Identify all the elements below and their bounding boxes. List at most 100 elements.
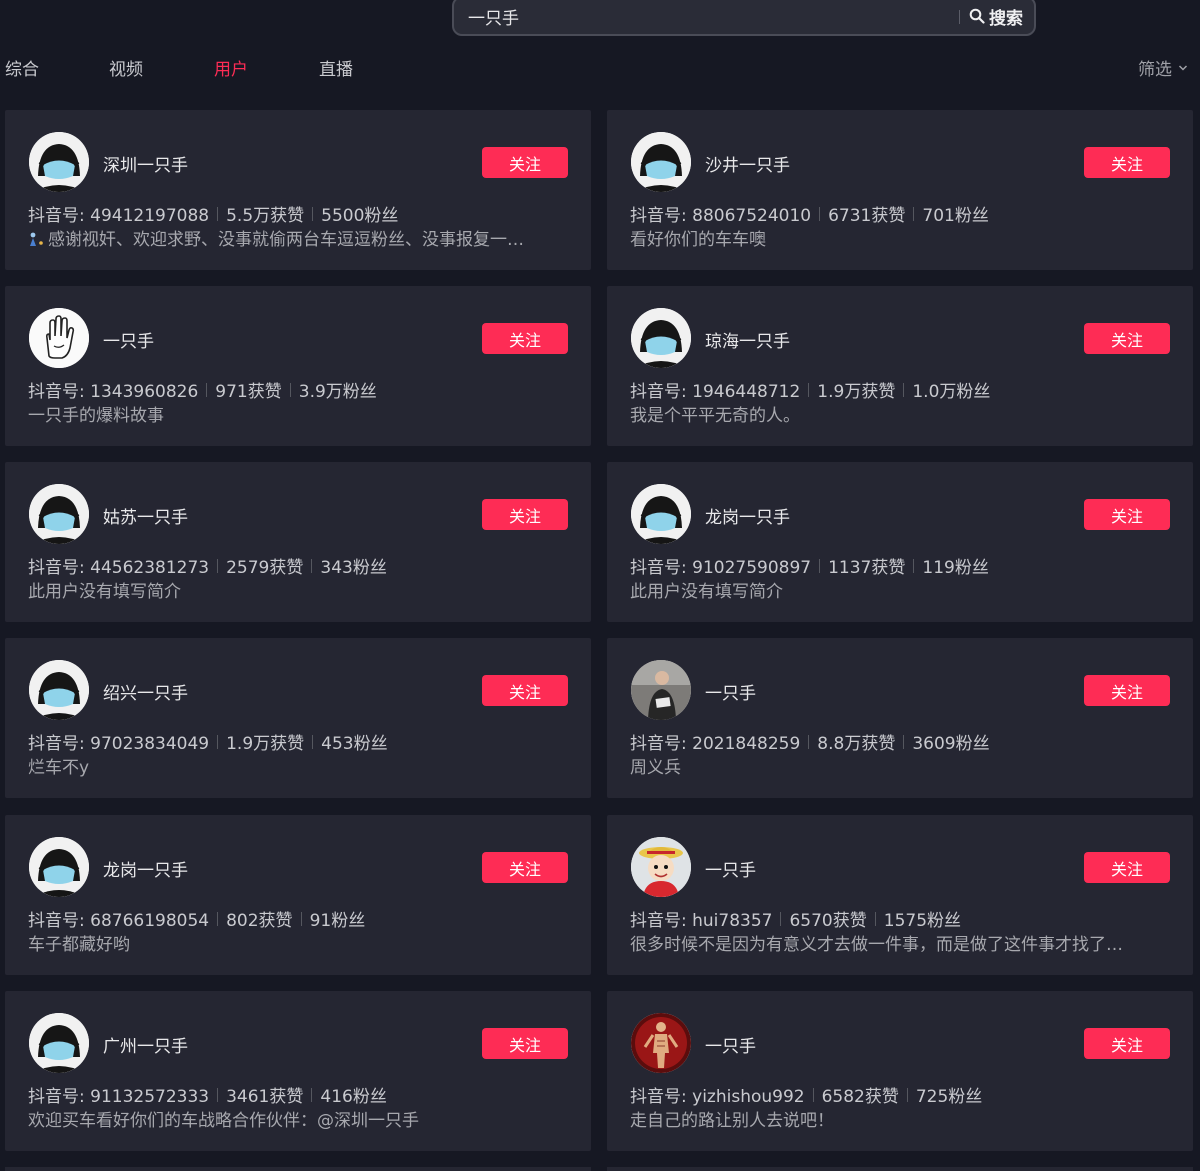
user-id: 抖音号: 1946448712 — [630, 382, 801, 402]
user-fans: 1575粉丝 — [883, 911, 962, 931]
person-photo-icon — [631, 660, 691, 720]
follow-button[interactable]: 关注 — [1084, 323, 1170, 354]
filter-label: 筛选 — [1138, 60, 1172, 80]
user-bio: 很多时候不是因为有意义才去做一件事，而是做了这件事才找了… — [630, 935, 1123, 955]
follow-button[interactable]: 关注 — [1084, 1028, 1170, 1059]
cartoon-character-icon — [631, 837, 691, 897]
mask-avatar-icon — [631, 308, 691, 368]
search-button[interactable]: 搜索 — [969, 0, 1033, 34]
user-avatar[interactable] — [29, 660, 89, 720]
figure-artwork-icon — [631, 1013, 691, 1073]
filter-dropdown[interactable]: 筛选 — [1138, 55, 1188, 80]
user-name[interactable]: 一只手 — [103, 327, 154, 352]
user-avatar[interactable] — [29, 837, 89, 897]
user-avatar[interactable] — [29, 132, 89, 192]
user-name[interactable]: 绍兴一只手 — [103, 679, 188, 704]
mask-avatar-icon — [29, 660, 89, 720]
follow-button[interactable]: 关注 — [482, 852, 568, 883]
user-likes: 8.8万获赞 — [817, 734, 896, 754]
tab-all[interactable]: 综合 — [5, 55, 39, 80]
user-fans: 725粉丝 — [915, 1087, 983, 1107]
follow-button[interactable]: 关注 — [482, 1028, 568, 1059]
follow-button[interactable]: 关注 — [482, 499, 568, 530]
user-avatar[interactable] — [29, 1013, 89, 1073]
user-card[interactable]: 一只手 关注 抖音号: 2021848259 8.8万获赞 3609粉丝 周义兵 — [607, 638, 1193, 798]
user-id: 抖音号: hui78357 — [630, 911, 773, 931]
result-tabs: 综合 视频 用户 直播 筛选 — [0, 55, 1200, 83]
user-avatar[interactable] — [631, 837, 691, 897]
user-card[interactable]: 龙岗一只手 关注 抖音号: 68766198054 802获赞 91粉丝 车子都… — [5, 815, 591, 975]
user-name[interactable]: 龙岗一只手 — [705, 503, 790, 528]
mask-avatar-icon — [631, 132, 691, 192]
user-avatar[interactable] — [29, 484, 89, 544]
user-stats: 抖音号: 91027590897 1137获赞 119粉丝 — [630, 553, 989, 578]
user-bio: 看好你们的车车噢 — [630, 230, 766, 250]
user-name[interactable]: 龙岗一只手 — [103, 856, 188, 881]
user-fans: 343粉丝 — [320, 558, 387, 578]
user-card[interactable]: 深圳一只手 关注 抖音号: 49412197088 5.5万获赞 5500粉丝 … — [5, 110, 591, 270]
search-icon — [969, 8, 985, 24]
user-likes: 6731获赞 — [828, 206, 906, 226]
user-id: 抖音号: 2021848259 — [630, 734, 801, 754]
user-avatar[interactable] — [29, 308, 89, 368]
search-input[interactable] — [454, 0, 954, 34]
user-card[interactable]: 沙井一只手 关注 抖音号: 88067524010 6731获赞 701粉丝 看… — [607, 110, 1193, 270]
mask-avatar-icon — [29, 1013, 89, 1073]
user-name[interactable]: 广州一只手 — [103, 1032, 188, 1057]
user-name[interactable]: 深圳一只手 — [103, 151, 188, 176]
follow-button[interactable]: 关注 — [1084, 147, 1170, 178]
user-id: 抖音号: 44562381273 — [28, 558, 210, 578]
user-card[interactable]: 琼海一只手 关注 抖音号: 1946448712 1.9万获赞 1.0万粉丝 我… — [607, 286, 1193, 446]
user-card[interactable]: 广州一只手 关注 抖音号: 91132572333 3461获赞 416粉丝 欢… — [5, 991, 591, 1151]
follow-button[interactable]: 关注 — [1084, 499, 1170, 530]
user-name[interactable]: 姑苏一只手 — [103, 503, 188, 528]
user-id: 抖音号: 49412197088 — [28, 206, 210, 226]
user-avatar[interactable] — [631, 484, 691, 544]
follow-button[interactable]: 关注 — [482, 323, 568, 354]
user-name[interactable]: 琼海一只手 — [705, 327, 790, 352]
follow-button[interactable]: 关注 — [1084, 852, 1170, 883]
follow-button[interactable]: 关注 — [482, 675, 568, 706]
user-fans: 5500粉丝 — [321, 206, 399, 226]
search-bar: 搜索 — [452, 0, 1036, 36]
follow-button[interactable]: 关注 — [1084, 675, 1170, 706]
user-stats: 抖音号: 44562381273 2579获赞 343粉丝 — [28, 553, 387, 578]
user-likes: 5.5万获赞 — [226, 206, 305, 226]
user-stats: 抖音号: 49412197088 5.5万获赞 5500粉丝 — [28, 201, 398, 226]
user-bio: 欢迎买车看好你们的车战略合作伙伴：@深圳一只手 — [28, 1111, 419, 1131]
user-name[interactable]: 一只手 — [705, 856, 756, 881]
user-card[interactable]: 一只手 关注 抖音号: 1343960826 971获赞 3.9万粉丝 一只手的… — [5, 286, 591, 446]
user-fans: 416粉丝 — [320, 1087, 387, 1107]
user-card[interactable]: 一只手 关注 抖音号: hui78357 6570获赞 1575粉丝 很多时候不… — [607, 815, 1193, 975]
user-name[interactable]: 一只手 — [705, 679, 756, 704]
user-id: 抖音号: 97023834049 — [28, 734, 210, 754]
user-avatar[interactable] — [631, 660, 691, 720]
user-avatar[interactable] — [631, 1013, 691, 1073]
tab-live[interactable]: 直播 — [319, 55, 353, 80]
tab-users[interactable]: 用户 — [214, 55, 248, 80]
user-name[interactable]: 一只手 — [705, 1032, 756, 1057]
user-name[interactable]: 沙井一只手 — [705, 151, 790, 176]
user-card[interactable]: 龙岗一只手 关注 抖音号: 91027590897 1137获赞 119粉丝 此… — [607, 462, 1193, 622]
user-card[interactable]: 姑苏一只手 关注 抖音号: 44562381273 2579获赞 343粉丝 此… — [5, 462, 591, 622]
follow-button[interactable]: 关注 — [482, 147, 568, 178]
user-id: 抖音号: 68766198054 — [28, 911, 210, 931]
user-id: 抖音号: 91132572333 — [28, 1087, 210, 1107]
user-bio: 感谢视奸、欢迎求野、没事就偷两台车逗逗粉丝、没事报复一… — [28, 225, 568, 250]
user-card[interactable]: 绍兴一只手 关注 抖音号: 97023834049 1.9万获赞 453粉丝 烂… — [5, 638, 591, 798]
user-likes: 1.9万获赞 — [226, 734, 305, 754]
user-card[interactable]: 一只手 关注 抖音号: yizhishou992 6582获赞 725粉丝 走自… — [607, 991, 1193, 1151]
user-avatar[interactable] — [631, 132, 691, 192]
user-bio-text: 感谢视奸、欢迎求野、没事就偷两台车逗逗粉丝、没事报复一… — [48, 230, 524, 250]
user-likes: 6570获赞 — [789, 911, 867, 931]
user-fans: 701粉丝 — [922, 206, 989, 226]
user-id: 抖音号: yizhishou992 — [630, 1087, 805, 1107]
user-card-partial — [5, 1167, 591, 1171]
user-stats: 抖音号: yizhishou992 6582获赞 725粉丝 — [630, 1082, 982, 1107]
user-likes: 1137获赞 — [828, 558, 906, 578]
user-fans: 3609粉丝 — [912, 734, 990, 754]
user-avatar[interactable] — [631, 308, 691, 368]
user-bio: 一只手的爆料故事 — [28, 406, 164, 426]
tab-videos[interactable]: 视频 — [109, 55, 143, 80]
user-likes: 3461获赞 — [226, 1087, 304, 1107]
